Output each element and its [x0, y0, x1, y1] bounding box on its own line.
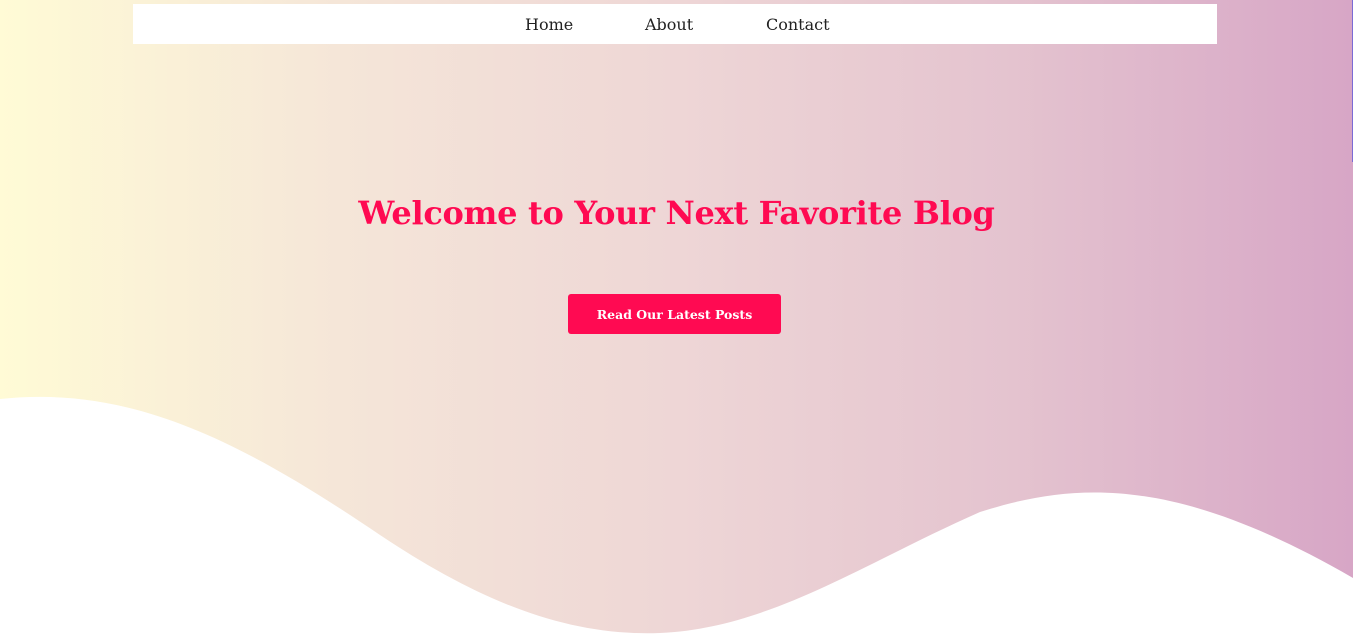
top-navbar: Home About Contact	[133, 4, 1217, 44]
nav-link-about[interactable]: About	[645, 4, 693, 44]
landing-page: Home About Contact Welcome to Your Next …	[0, 0, 1353, 634]
nav-link-contact[interactable]: Contact	[766, 4, 830, 44]
read-latest-posts-button[interactable]: Read Our Latest Posts	[568, 294, 781, 334]
hero-title: Welcome to Your Next Favorite Blog	[358, 194, 995, 232]
nav-link-home[interactable]: Home	[525, 4, 573, 44]
